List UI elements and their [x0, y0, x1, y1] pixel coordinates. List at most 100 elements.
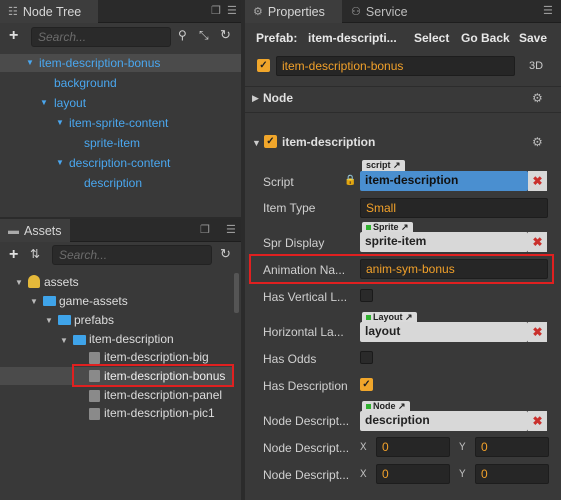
node-description-field[interactable]: description — [360, 411, 528, 431]
sort-icon[interactable]: ⇅ — [30, 247, 40, 261]
clear-script-button[interactable]: ✖ — [528, 171, 547, 191]
clear-node-description-button[interactable]: ✖ — [528, 411, 547, 431]
select-button[interactable]: Select — [414, 31, 449, 45]
script-tag-text: script — [366, 160, 391, 170]
tab-node-tree[interactable]: ☷ Node Tree — [0, 0, 98, 23]
expand-arrow-icon[interactable]: ▼ — [26, 58, 34, 67]
sprite-tag-text: Sprite — [373, 222, 399, 232]
component-enabled-checkbox[interactable]: ✓ — [264, 135, 277, 148]
folder-icon: ▬ — [8, 224, 19, 237]
has-description-checkbox[interactable]: ✓ — [360, 378, 373, 391]
folder-icon — [58, 315, 71, 325]
expand-arrow-icon[interactable]: ▼ — [40, 98, 48, 107]
node-description-3-label: Node Descript... — [263, 468, 350, 482]
folder-icon — [43, 296, 56, 306]
tree-node[interactable]: layout — [54, 96, 86, 110]
node-name-input[interactable]: item-description-bonus — [276, 56, 515, 76]
gear-icon[interactable]: ⚙ — [532, 135, 543, 149]
prefab-icon — [89, 390, 100, 402]
expand-arrow-icon[interactable]: ▼ — [30, 297, 38, 306]
spr-display-field[interactable]: sprite-item — [360, 232, 528, 252]
has-odds-checkbox[interactable] — [360, 351, 373, 364]
has-description-label: Has Description — [263, 379, 348, 393]
assets-panel: ▬ Assets ❐ ☰ + ⇅ Search... ↻ ▼ assets ▼ … — [0, 219, 241, 500]
clear-horizontal-layout-button[interactable]: ✖ — [528, 322, 547, 342]
node-active-checkbox[interactable]: ✓ — [257, 59, 270, 72]
properties-tabbar: ⚙ Properties ⚇ Service ☰ — [245, 0, 561, 23]
assets-tabbar: ▬ Assets ❐ ☰ — [0, 219, 241, 242]
component-title: item-description — [282, 135, 376, 149]
tree-node-root[interactable]: item-description-bonus — [39, 56, 160, 70]
asset-item[interactable]: item-description-panel — [104, 388, 222, 402]
menu-icon[interactable]: ☰ — [543, 4, 553, 17]
x-axis-label: X — [360, 442, 367, 454]
tab-properties[interactable]: ⚙ Properties — [245, 0, 342, 23]
folder-icon — [73, 335, 86, 345]
tree-node[interactable]: background — [54, 76, 117, 90]
tree-node[interactable]: description-content — [69, 156, 170, 170]
mode-3d-toggle[interactable]: 3D — [529, 60, 543, 72]
clear-spr-display-button[interactable]: ✖ — [528, 232, 547, 252]
node-tree-tabbar: ☷ Node Tree ❐ ☰ — [0, 0, 241, 23]
maximize-icon[interactable]: ❐ — [200, 223, 210, 236]
save-button[interactable]: Save — [519, 31, 547, 45]
tab-assets[interactable]: ▬ Assets — [0, 219, 70, 242]
has-odds-label: Has Odds — [263, 352, 317, 366]
item-type-input[interactable]: Small — [360, 198, 548, 218]
node-description-3-x-input[interactable]: 0 — [376, 464, 450, 484]
search-icon[interactable]: ⚲ — [178, 28, 187, 42]
y-axis-label: Y — [459, 469, 466, 481]
node-description-2-y-input[interactable]: 0 — [475, 437, 549, 457]
asset-item[interactable]: assets — [44, 275, 79, 289]
highlight-box — [72, 364, 234, 387]
collapse-icon[interactable]: ⤡ — [199, 28, 209, 43]
menu-icon[interactable]: ☰ — [226, 223, 236, 236]
refresh-icon[interactable]: ↻ — [220, 246, 231, 262]
expand-arrow-icon[interactable]: ▼ — [45, 316, 53, 325]
asset-item[interactable]: item-description — [89, 332, 174, 346]
asset-item[interactable]: item-description-big — [104, 350, 209, 364]
node-section-arrow-icon[interactable]: ▶ — [252, 93, 259, 104]
add-icon[interactable]: + — [9, 246, 18, 264]
node-tag-text: Node — [373, 401, 396, 411]
gear-icon[interactable]: ⚙ — [532, 91, 543, 105]
expand-arrow-icon[interactable]: ▼ — [60, 336, 68, 345]
service-icon: ⚇ — [351, 6, 361, 18]
node-section-title[interactable]: Node — [263, 91, 293, 105]
has-vertical-checkbox[interactable] — [360, 289, 373, 302]
tab-service[interactable]: ⚇ Service — [343, 0, 423, 23]
expand-arrow-icon[interactable]: ▼ — [15, 278, 23, 287]
tab-assets-label: Assets — [24, 223, 62, 238]
lock-icon: 🔒 — [344, 175, 357, 186]
tab-node-tree-label: Node Tree — [22, 4, 82, 19]
node-tree-search-input[interactable]: Search... — [31, 27, 171, 47]
asset-item[interactable]: item-description-pic1 — [104, 406, 215, 420]
properties-panel: ⚙ Properties ⚇ Service ☰ Prefab: item-de… — [245, 0, 561, 500]
node-description-2-x-input[interactable]: 0 — [376, 437, 450, 457]
expand-arrow-icon[interactable]: ▼ — [56, 158, 64, 167]
refresh-icon[interactable]: ↻ — [220, 27, 231, 43]
asset-item[interactable]: prefabs — [74, 313, 114, 327]
horizontal-layout-field[interactable]: layout — [360, 322, 528, 342]
add-icon[interactable]: + — [9, 27, 18, 45]
asset-item[interactable]: game-assets — [59, 294, 128, 308]
script-label: Script — [263, 175, 294, 189]
script-field[interactable]: item-description — [360, 171, 528, 191]
prefab-name: item-descripti... — [308, 31, 397, 45]
menu-icon[interactable]: ☰ — [227, 4, 237, 17]
tree-icon: ☷ — [8, 6, 18, 18]
maximize-icon[interactable]: ❐ — [211, 4, 221, 17]
expand-arrow-icon[interactable]: ▼ — [56, 118, 64, 127]
tree-node[interactable]: description — [84, 176, 142, 190]
tab-service-label: Service — [365, 4, 408, 19]
node-description-3-y-input[interactable]: 0 — [475, 464, 549, 484]
item-type-label: Item Type — [263, 201, 316, 215]
scrollbar[interactable] — [234, 273, 239, 313]
node-tree-panel: ☷ Node Tree ❐ ☰ + Search... ⚲ ⤡ ↻ ▼ item… — [0, 0, 241, 217]
go-back-button[interactable]: Go Back — [461, 31, 510, 45]
divider — [245, 86, 561, 87]
assets-search-input[interactable]: Search... — [52, 245, 212, 265]
tree-node[interactable]: sprite-item — [84, 136, 140, 150]
tree-node[interactable]: item-sprite-content — [69, 116, 168, 130]
component-arrow-icon[interactable]: ▼ — [252, 138, 261, 148]
